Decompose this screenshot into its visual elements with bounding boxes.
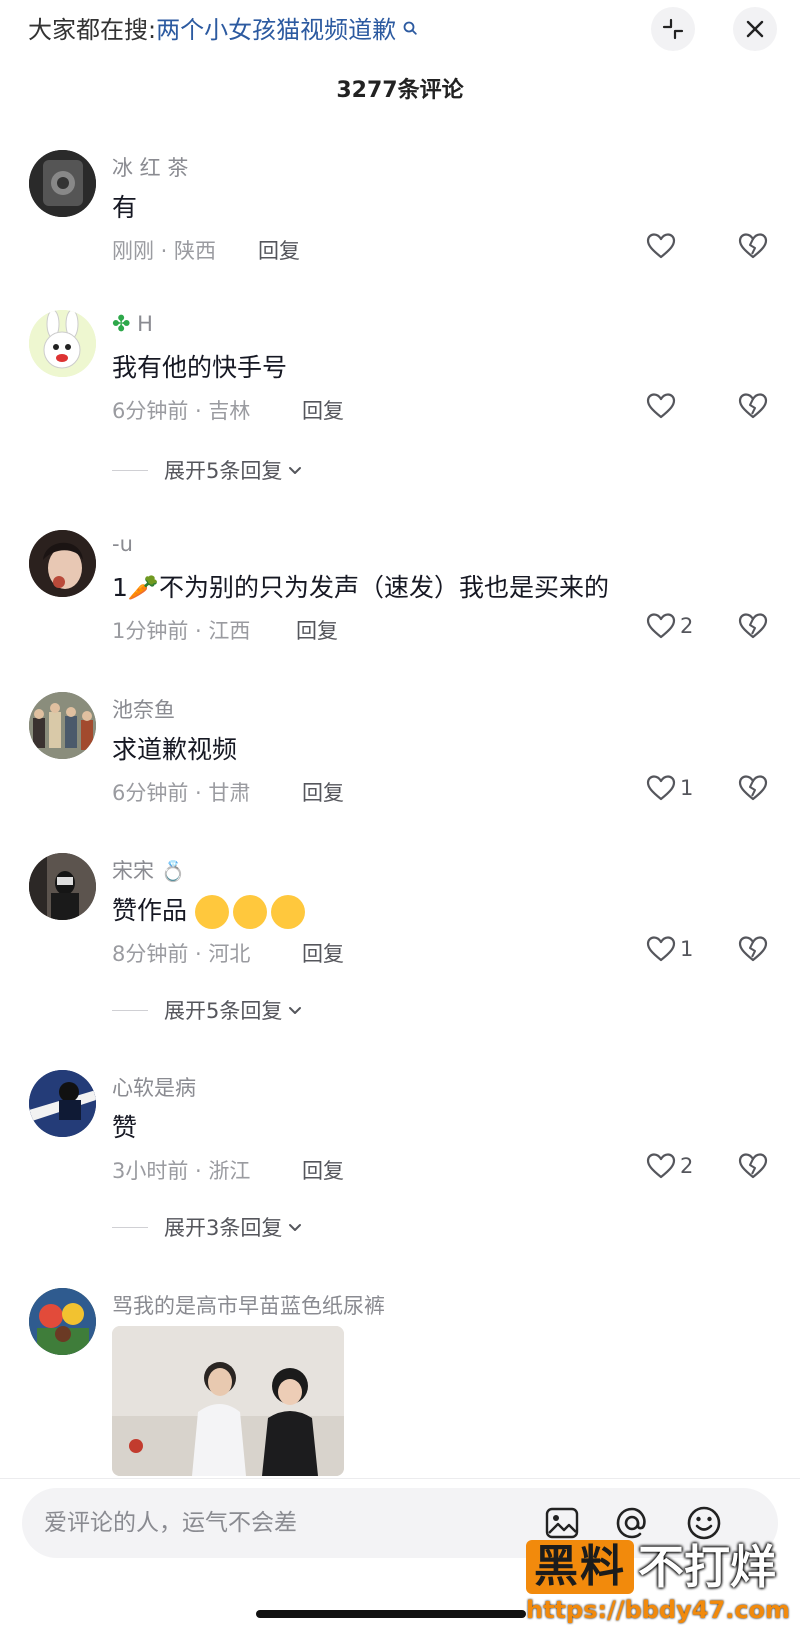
watermark-slogan: 不打烊	[638, 1540, 776, 1594]
broken-heart-icon	[738, 1153, 768, 1179]
heart-icon	[646, 613, 676, 639]
like-button[interactable]	[646, 232, 676, 260]
avatar[interactable]	[29, 1070, 96, 1137]
collapse-icon	[662, 18, 684, 40]
avatar[interactable]	[29, 150, 96, 217]
reply-button[interactable]: 回复	[302, 777, 344, 807]
chevron-down-icon	[289, 467, 302, 474]
reply-button[interactable]: 回复	[302, 395, 344, 425]
comment-username[interactable]: 骂我的是高市早苗蓝色纸尿裤	[112, 1290, 385, 1320]
dislike-button[interactable]	[738, 935, 768, 967]
like-button[interactable]: 1	[646, 935, 693, 963]
shy-face-emoji-icon	[232, 895, 267, 929]
home-indicator	[256, 1610, 526, 1618]
reply-button[interactable]: 回复	[302, 938, 344, 968]
like-button[interactable]: 1	[646, 774, 693, 802]
comment-username[interactable]: -u	[112, 532, 133, 556]
heart-icon	[646, 393, 676, 419]
watermark-url: https://bbdy47.com	[526, 1596, 791, 1624]
comment-image[interactable]	[112, 1326, 344, 1476]
chevron-down-icon	[289, 1224, 302, 1231]
heart-icon	[646, 233, 676, 259]
heart-icon	[646, 936, 676, 962]
expand-replies-label: 展开3条回复	[164, 1216, 283, 1240]
dislike-button[interactable]	[738, 774, 768, 806]
search-suggestion[interactable]: 大家都在搜:两个小女孩猫视频道歉	[28, 12, 417, 48]
divider	[0, 1478, 800, 1479]
comment-content: 1🥕不为别的只为发声（速发）我也是买来的	[112, 573, 610, 602]
close-icon	[746, 20, 764, 38]
avatar[interactable]	[29, 1288, 96, 1355]
reply-button[interactable]: 回复	[302, 1155, 344, 1185]
expand-replies-label: 展开5条回复	[164, 999, 283, 1023]
divider	[112, 1226, 148, 1228]
expand-replies-button[interactable]: 展开3条回复	[112, 1212, 304, 1242]
broken-heart-icon	[738, 233, 768, 259]
comment-meta: 6分钟前 · 吉林	[112, 399, 251, 423]
broken-heart-icon	[738, 393, 768, 419]
comment-content: 我有他的快手号	[112, 353, 288, 382]
comment-meta: 3小时前 · 浙江	[112, 1159, 251, 1183]
like-count: 1	[680, 937, 694, 961]
comment-content: 赞	[112, 1113, 138, 1142]
reply-button[interactable]: 回复	[296, 615, 338, 645]
shy-face-emoji-icon	[270, 895, 305, 929]
search-query-link[interactable]: 两个小女孩猫视频道歉	[156, 16, 396, 44]
chevron-down-icon	[289, 1007, 302, 1014]
comment-username[interactable]: 池奈鱼	[112, 694, 175, 724]
divider	[112, 469, 148, 471]
broken-heart-icon	[738, 775, 768, 801]
dislike-button[interactable]	[738, 232, 768, 264]
reply-button[interactable]: 回复	[258, 235, 300, 265]
comment-meta: 6分钟前 · 甘肃	[112, 781, 251, 805]
like-count: 2	[680, 614, 694, 638]
comment-content: 有	[112, 193, 138, 222]
top-bar: 大家都在搜:两个小女孩猫视频道歉	[0, 0, 800, 60]
collapse-button[interactable]	[651, 7, 695, 51]
comments-count: 3277条评论	[336, 78, 464, 103]
dislike-button[interactable]	[738, 1152, 768, 1184]
clover-icon: ✤	[112, 312, 131, 337]
like-button[interactable]	[646, 392, 676, 420]
comment-username[interactable]: 冰 红 茶	[112, 152, 188, 182]
dislike-button[interactable]	[738, 612, 768, 644]
watermark: 黑料 不打烊 https://bbdy47.com	[526, 1534, 792, 1626]
avatar[interactable]	[29, 692, 96, 759]
dislike-button[interactable]	[738, 392, 768, 424]
divider	[112, 1009, 148, 1011]
avatar[interactable]	[29, 310, 96, 377]
comment-input[interactable]	[44, 1488, 544, 1558]
avatar[interactable]	[29, 853, 96, 920]
watermark-brand: 黑料	[526, 1540, 634, 1594]
comment-meta: 1分钟前 · 江西	[112, 619, 251, 643]
comment-content: 赞作品	[112, 891, 309, 929]
shy-face-emoji-icon	[194, 895, 229, 929]
expand-replies-label: 展开5条回复	[164, 459, 283, 483]
expand-replies-button[interactable]: 展开5条回复	[112, 455, 304, 485]
heart-icon	[646, 1153, 676, 1179]
ring-icon: 💍	[160, 859, 186, 883]
comment-username[interactable]: ✤ H	[112, 312, 153, 337]
search-prefix: 大家都在搜:	[28, 16, 157, 44]
comment-meta: 8分钟前 · 河北	[112, 942, 251, 966]
heart-icon	[646, 775, 676, 801]
comment-username[interactable]: 宋宋 💍	[112, 855, 186, 885]
like-count: 2	[680, 1154, 694, 1178]
like-count: 1	[680, 776, 694, 800]
like-button[interactable]: 2	[646, 612, 693, 640]
like-button[interactable]: 2	[646, 1152, 693, 1180]
comment-username[interactable]: 心软是病	[112, 1072, 196, 1102]
close-button[interactable]	[733, 7, 777, 51]
search-icon	[398, 20, 417, 39]
comment-content: 求道歉视频	[112, 735, 238, 764]
comment-meta: 刚刚 · 陕西	[112, 239, 217, 263]
expand-replies-button[interactable]: 展开5条回复	[112, 995, 304, 1025]
broken-heart-icon	[738, 613, 768, 639]
avatar[interactable]	[29, 530, 96, 597]
broken-heart-icon	[738, 936, 768, 962]
